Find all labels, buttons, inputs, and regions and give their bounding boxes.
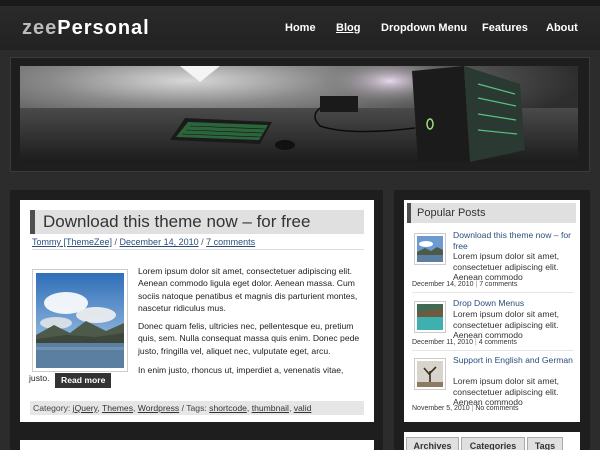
popular-posts-widget: Popular Posts Download this theme now – … xyxy=(404,200,580,422)
nav-blog[interactable]: Blog xyxy=(336,22,360,34)
nav-dropdown-menu[interactable]: Dropdown Menu xyxy=(381,22,467,34)
tab-archives[interactable]: Archives xyxy=(406,437,459,450)
post-date-link[interactable]: December 14, 2010 xyxy=(120,237,199,247)
popular-post-excerpt: Lorem ipsum dolor sit amet, consectetuer… xyxy=(453,251,560,282)
popular-post-thumb[interactable] xyxy=(414,358,446,390)
post-title[interactable]: Download this theme now – for free xyxy=(43,212,310,232)
popular-post-excerpt: Lorem ipsum dolor sit amet, consectetuer… xyxy=(453,309,560,340)
popular-post-thumb[interactable] xyxy=(414,301,446,333)
popular-post-thumb[interactable] xyxy=(414,233,446,265)
post-card: Download this theme now – for free Tommy… xyxy=(20,200,374,422)
tag-link-valid[interactable]: valid xyxy=(294,403,312,413)
nav-home[interactable]: Home xyxy=(285,22,316,34)
popular-post-meta: November 5, 2010 | No comments xyxy=(412,405,519,412)
category-link-wordpress[interactable]: Wordpress xyxy=(138,403,179,413)
popular-post-meta: December 11, 2010 | 4 comments xyxy=(412,339,517,346)
tag-link-thumbnail[interactable]: thumbnail xyxy=(252,403,289,413)
next-post-card xyxy=(20,440,374,450)
post-author-link[interactable]: Tommy [ThemeZee] xyxy=(32,237,112,247)
post-title-bar: Download this theme now – for free xyxy=(30,210,364,234)
widget-title: Popular Posts xyxy=(417,207,486,219)
post-last-word: justo. xyxy=(29,373,50,383)
post-paragraph-2: Donec quam felis, ultricies nec, pellent… xyxy=(138,321,360,356)
mountain-lake-image xyxy=(36,273,124,368)
post-categories-tags: Category: jQuery, Themes, Wordpress / Ta… xyxy=(30,401,364,415)
tab-categories[interactable]: Categories xyxy=(461,437,525,450)
mountain-lake-thumb-icon xyxy=(417,236,443,262)
category-link-jquery[interactable]: jQuery xyxy=(73,403,98,413)
site-logo[interactable]: zeePersonal xyxy=(22,17,150,40)
popular-post-divider xyxy=(412,292,574,293)
popular-post-title[interactable]: Download this theme now – for free xyxy=(453,230,573,251)
tag-link-shortcode[interactable]: shortcode xyxy=(209,403,247,413)
post-comments-link[interactable]: 7 comments xyxy=(206,237,255,247)
post-thumbnail[interactable] xyxy=(32,269,128,372)
popular-post-excerpt: Lorem ipsum dolor sit amet, consectetuer… xyxy=(453,376,560,407)
post-meta: Tommy [ThemeZee] / December 14, 2010 / 7… xyxy=(32,237,256,247)
category-link-themes[interactable]: Themes xyxy=(102,403,133,413)
nav-about[interactable]: About xyxy=(546,22,578,34)
coastal-lake-thumb-icon xyxy=(417,304,443,330)
popular-post-title[interactable]: Support in English and German xyxy=(453,355,573,366)
tree-thumb-icon xyxy=(417,361,443,387)
sidebar-tabs-widget: Archives Categories Tags xyxy=(404,432,580,450)
nav-features[interactable]: Features xyxy=(482,22,528,34)
tab-tags[interactable]: Tags xyxy=(527,437,563,450)
popular-post-divider xyxy=(412,350,574,351)
read-more-button[interactable]: Read more xyxy=(55,373,112,388)
post-paragraph-1: Lorem ipsum dolor sit amet, consectetuer… xyxy=(138,266,358,313)
popular-post-title[interactable]: Drop Down Menus xyxy=(453,298,573,309)
widget-title-bar: Popular Posts xyxy=(407,203,576,223)
header-image xyxy=(20,66,578,162)
post-paragraph-3: In enim justo, rhoncus ut, imperdiet a, … xyxy=(138,365,344,375)
site-header: zeePersonal Home Blog Dropdown Menu Feat… xyxy=(0,6,600,50)
popular-post-meta: December 14, 2010 | 7 comments xyxy=(412,281,518,288)
meta-divider xyxy=(32,249,364,250)
desk-scene-illustration xyxy=(20,66,578,162)
